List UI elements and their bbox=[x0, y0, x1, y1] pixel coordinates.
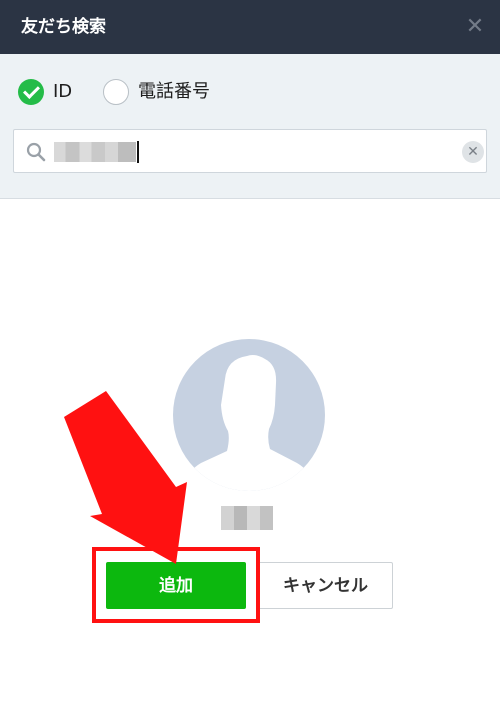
masked-user-name bbox=[221, 506, 273, 530]
add-friend-button[interactable]: 追加 bbox=[106, 562, 246, 609]
search-field[interactable]: ✕ bbox=[13, 129, 487, 173]
clear-icon[interactable]: ✕ bbox=[462, 141, 484, 163]
radio-circle-icon bbox=[103, 79, 129, 105]
close-icon[interactable]: ✕ bbox=[464, 16, 486, 38]
dialog-titlebar: 友だち検索 ✕ bbox=[0, 0, 500, 54]
search-panel: ID 電話番号 ✕ bbox=[0, 54, 500, 199]
masked-id-text bbox=[54, 142, 136, 162]
default-person-silhouette-icon bbox=[179, 355, 319, 491]
dialog-title: 友だち検索 bbox=[21, 17, 106, 37]
avatar bbox=[173, 339, 325, 491]
radio-search-by-phone[interactable]: 電話番号 bbox=[103, 79, 210, 105]
radio-label-phone: 電話番号 bbox=[138, 81, 210, 102]
cancel-button[interactable]: キャンセル bbox=[258, 562, 393, 609]
search-icon bbox=[26, 142, 46, 162]
text-caret bbox=[137, 141, 139, 163]
radio-search-by-id[interactable]: ID bbox=[18, 79, 72, 105]
radio-label-id: ID bbox=[53, 81, 73, 102]
check-circle-icon bbox=[18, 79, 44, 105]
